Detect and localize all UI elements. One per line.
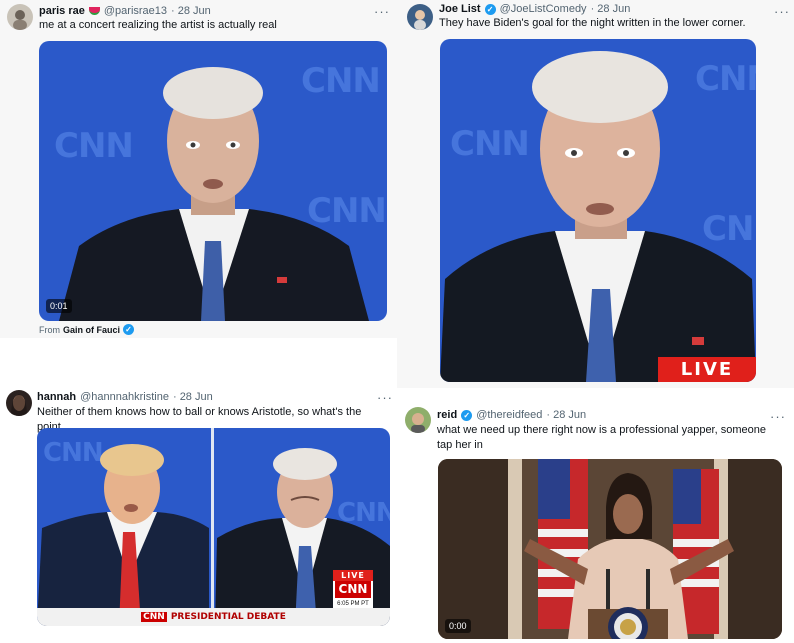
- banner-text: PRESIDENTIAL DEBATE: [170, 612, 286, 622]
- source-prefix: From: [39, 324, 60, 335]
- tweet-parisrae[interactable]: paris rae @parisrae13 · 28 Jun ··· me at…: [0, 0, 397, 338]
- tweet-joelist[interactable]: Joe List ✓ @JoeListComedy · 28 Jun ··· T…: [397, 0, 794, 388]
- video-player[interactable]: CNN CNN LIVE CNN 6:05 PM PT CNN PRESIDEN…: [37, 428, 390, 626]
- tweet-text: They have Biden's goal for the night wri…: [439, 17, 746, 29]
- live-badge: LIVE: [658, 357, 756, 382]
- more-options-icon[interactable]: ···: [774, 5, 790, 18]
- author-name[interactable]: Joe List: [439, 3, 481, 15]
- live-badge: LIVE: [333, 570, 373, 581]
- author-name[interactable]: reid: [437, 409, 457, 421]
- tweet-text: me at a concert realizing the artist is …: [39, 19, 277, 31]
- banner-cnn-logo: CNN: [141, 612, 167, 622]
- video-frame: [440, 51, 756, 382]
- video-timecode: 0:01: [46, 299, 72, 313]
- verified-icon: ✓: [484, 3, 496, 15]
- video-frame: [438, 459, 782, 639]
- source-name[interactable]: Gain of Fauci: [63, 325, 120, 335]
- more-options-icon[interactable]: ···: [374, 5, 390, 18]
- video-source[interactable]: From Gain of Fauci ✓: [39, 324, 135, 335]
- tweet-hannah[interactable]: hannah @hannnahkristine · 28 Jun ··· Nei…: [0, 378, 397, 643]
- tweet-date[interactable]: · 28 Jun: [173, 391, 213, 403]
- cnn-logo: CNN: [335, 581, 371, 598]
- more-options-icon[interactable]: ···: [770, 410, 786, 423]
- avatar[interactable]: [405, 407, 431, 433]
- live-bug: LIVE CNN 6:05 PM PT: [333, 570, 373, 609]
- watermelon-emoji: [88, 7, 100, 15]
- author-handle[interactable]: @hannnahkristine: [80, 391, 169, 403]
- tweet-reid[interactable]: reid ✓ @thereidfeed · 28 Jun ··· what we…: [397, 397, 794, 643]
- author-handle[interactable]: @thereidfeed: [476, 409, 542, 421]
- avatar[interactable]: [407, 4, 433, 30]
- author-handle[interactable]: @JoeListComedy: [500, 3, 587, 15]
- author-name[interactable]: hannah: [37, 391, 76, 403]
- video-player[interactable]: 0:00: [438, 459, 782, 639]
- tweet-date[interactable]: · 28 Jun: [171, 5, 211, 17]
- verified-icon: ✓: [123, 324, 135, 335]
- video-timecode: 0:00: [445, 619, 471, 633]
- video-player[interactable]: CNN CNN CNN 0:01: [39, 41, 387, 321]
- avatar[interactable]: [7, 4, 33, 30]
- debate-banner: CNN PRESIDENTIAL DEBATE: [37, 608, 390, 626]
- avatar[interactable]: [6, 390, 32, 416]
- verified-icon: ✓: [461, 409, 473, 421]
- author-name[interactable]: paris rae: [39, 5, 85, 17]
- tweet-date[interactable]: · 28 Jun: [546, 409, 586, 421]
- author-handle[interactable]: @parisrae13: [104, 5, 167, 17]
- video-frame: [59, 67, 369, 321]
- more-options-icon[interactable]: ···: [377, 391, 393, 404]
- tweet-date[interactable]: · 28 Jun: [591, 3, 631, 15]
- video-player[interactable]: CNN CNN CNN LIVE: [440, 39, 756, 382]
- tweet-text: what we need up there right now is a pro…: [437, 424, 766, 451]
